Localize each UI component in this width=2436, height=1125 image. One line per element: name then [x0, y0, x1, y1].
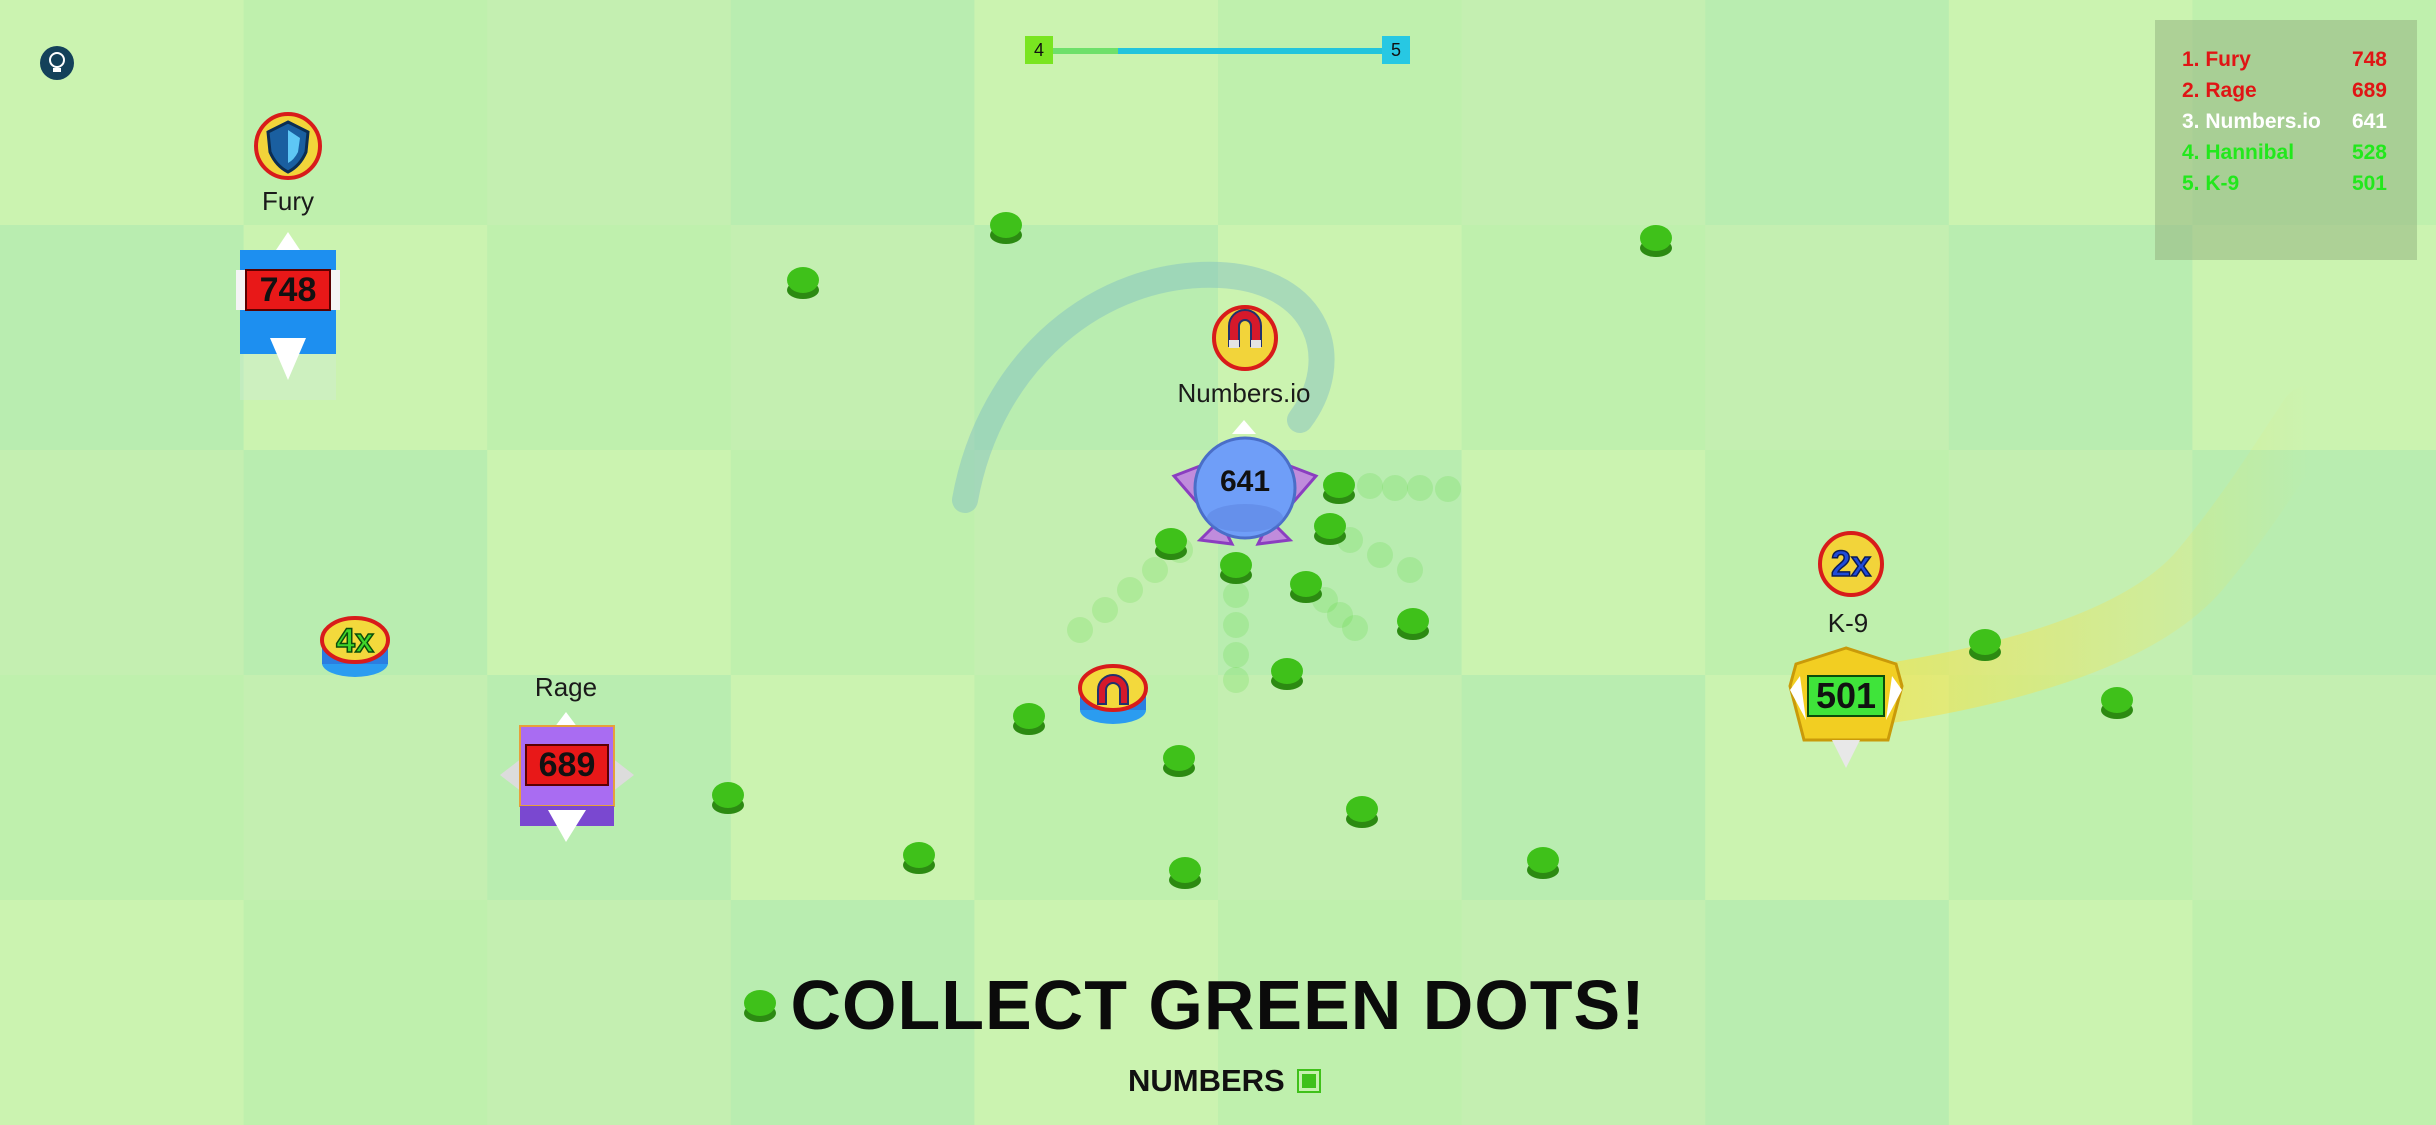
leaderboard-row: 3. Numbers.io 641: [2182, 110, 2387, 140]
game-board[interactable]: [0, 0, 2436, 1125]
k9-name-label: K-9: [1827, 608, 1869, 638]
green-dot: [1220, 552, 1252, 584]
leaderboard-score: 641: [2351, 110, 2387, 133]
rage-name-label: Rage: [534, 672, 598, 702]
leaderboard-row: 4. Hannibal 528: [2182, 141, 2387, 171]
brand-text: NUMBERS: [1128, 1063, 1285, 1098]
leaderboard-name: 5. K-9: [2182, 172, 2240, 195]
green-dot: [712, 782, 744, 814]
grid-cell: [0, 0, 245, 226]
grid-cell: [0, 675, 245, 901]
grid-cell: [1705, 0, 1950, 226]
grid-cell: [730, 450, 976, 676]
green-dot: [1155, 528, 1187, 560]
grid-cell: [1218, 675, 1463, 901]
green-dot: [1314, 513, 1346, 545]
background-grid: [0, 0, 2436, 1125]
grid-cell: [243, 675, 489, 901]
brand-dot-icon: [1297, 1069, 1322, 1093]
magnet-pickup: [1078, 664, 1148, 724]
green-dot: [2101, 687, 2133, 719]
grid-cell: [487, 225, 732, 451]
green-dot: [1346, 796, 1378, 828]
green-dot: [1163, 745, 1195, 777]
leaderboard-score: 748: [2351, 48, 2387, 71]
level-fill: [1051, 48, 1118, 54]
numbers-name-label: Numbers.io: [1177, 378, 1311, 408]
grid-cell: [0, 450, 245, 676]
current-level-badge: 4: [1025, 36, 1053, 64]
grid-cell: [1461, 225, 1707, 451]
grid-cell: [974, 0, 1219, 226]
grid-cell: [0, 225, 245, 451]
fury-score: 748: [259, 270, 317, 309]
leaderboard-name: 3. Numbers.io: [2182, 110, 2321, 133]
leaderboard-name: 4. Hannibal: [2182, 141, 2295, 164]
leaderboard-row: 5. K-9 501: [2182, 172, 2387, 202]
leaderboard-panel: 1. Fury 748 2. Rage 689 3. Numbers.io 64…: [2155, 20, 2417, 260]
lightbulb-icon: [49, 52, 65, 72]
rage-score: 689: [538, 745, 596, 784]
leaderboard-row: 2. Rage 689: [2182, 79, 2387, 109]
grid-cell: [487, 0, 732, 226]
brand-logo: NUMBERS: [1128, 1063, 1322, 1099]
green-dot: [1290, 571, 1322, 603]
green-dot: [1271, 658, 1303, 690]
grid-cell: [1948, 675, 2194, 901]
grid-cell: [730, 0, 976, 226]
green-dot: [1323, 472, 1355, 504]
leaderboard-name: 1. Fury: [2182, 48, 2251, 71]
grid-cell: [487, 450, 732, 676]
green-dot: [1527, 847, 1559, 879]
k9-score: 501: [1815, 675, 1877, 716]
leaderboard-score: 528: [2351, 141, 2387, 164]
green-dot: [903, 842, 935, 874]
next-level-badge: 5: [1382, 36, 1410, 64]
leaderboard-row: 1. Fury 748: [2182, 48, 2387, 78]
instruction-headline: COLLECT GREEN DOTS!: [790, 966, 1646, 1044]
grid-cell: [2192, 675, 2436, 901]
green-dot: [990, 212, 1022, 244]
grid-cell: [1461, 450, 1707, 676]
leaderboard-score: 501: [2351, 172, 2387, 195]
grid-cell: [730, 225, 976, 451]
grid-cell: [1705, 225, 1950, 451]
k9-2x-powerup: 2x: [1830, 542, 1872, 585]
green-dot: [1969, 629, 2001, 661]
hint-lightbulb-button[interactable]: [40, 46, 74, 80]
grid-cell: [1218, 0, 1463, 226]
multiplier-4x-label: 4x: [335, 621, 374, 661]
grid-cell: [1461, 675, 1707, 901]
grid-cell: [1461, 0, 1707, 226]
numbers-score: 641: [1219, 465, 1271, 498]
green-dot: [1013, 703, 1045, 735]
leaderboard-score: 689: [2351, 79, 2387, 102]
green-dot: [1169, 857, 1201, 889]
fury-name-label: Fury: [262, 186, 314, 216]
green-dot: [787, 267, 819, 299]
green-dot: [1397, 608, 1429, 640]
leaderboard-name: 2. Rage: [2182, 79, 2257, 102]
grid-cell: [730, 675, 976, 901]
level-progress-bar: 4 5: [1025, 36, 1410, 64]
green-dot: [1640, 225, 1672, 257]
grid-cell: [974, 225, 1219, 451]
